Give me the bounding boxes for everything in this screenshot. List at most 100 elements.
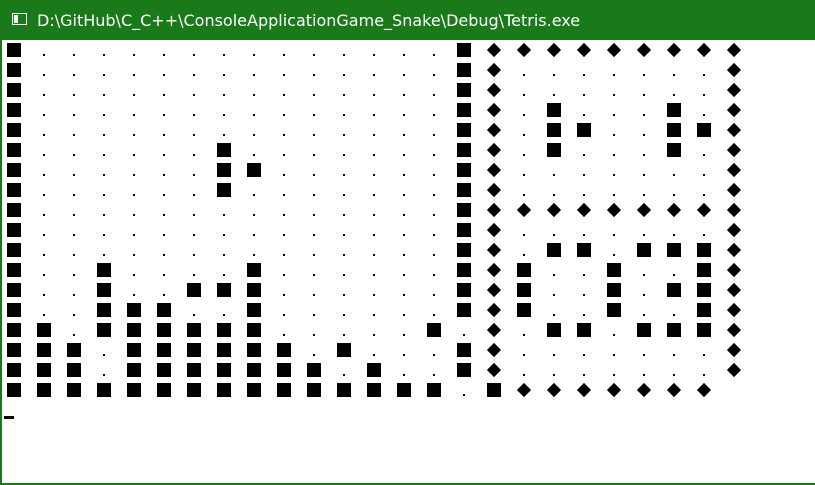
block-cell: [67, 383, 81, 397]
console-window-icon: [12, 13, 27, 25]
empty-cell: [673, 74, 675, 76]
empty-cell: [73, 54, 75, 56]
border-cell: [666, 202, 682, 218]
empty-cell: [163, 54, 165, 56]
empty-cell: [133, 154, 135, 156]
empty-cell: [643, 194, 645, 196]
block-cell: [187, 323, 201, 337]
border-cell: [636, 202, 652, 218]
empty-cell: [73, 74, 75, 76]
block-cell: [247, 263, 261, 277]
empty-cell: [283, 114, 285, 116]
border-cell: [486, 202, 502, 218]
empty-cell: [103, 54, 105, 56]
border-cell: [726, 182, 742, 198]
title-bar[interactable]: D:\GitHub\C_C++\ConsoleApplicationGame_S…: [2, 0, 815, 40]
empty-cell: [103, 234, 105, 236]
empty-cell: [463, 394, 465, 396]
console-area[interactable]: [4, 40, 815, 483]
empty-cell: [433, 194, 435, 196]
empty-cell: [163, 74, 165, 76]
block-cell: [247, 383, 261, 397]
empty-cell: [583, 154, 585, 156]
empty-cell: [253, 154, 255, 156]
empty-cell: [193, 134, 195, 136]
block-cell: [67, 363, 81, 377]
empty-cell: [433, 114, 435, 116]
empty-cell: [583, 374, 585, 376]
block-cell: [457, 203, 471, 217]
empty-cell: [43, 94, 45, 96]
block-cell: [457, 83, 471, 97]
empty-cell: [403, 294, 405, 296]
empty-cell: [283, 154, 285, 156]
empty-cell: [613, 234, 615, 236]
block-cell: [127, 383, 141, 397]
border-cell: [726, 82, 742, 98]
empty-cell: [163, 254, 165, 256]
empty-cell: [643, 354, 645, 356]
block-cell: [247, 163, 261, 177]
empty-cell: [313, 314, 315, 316]
empty-cell: [103, 174, 105, 176]
empty-cell: [283, 314, 285, 316]
block-cell: [697, 123, 711, 137]
empty-cell: [523, 154, 525, 156]
empty-cell: [673, 354, 675, 356]
empty-cell: [133, 294, 135, 296]
block-cell: [187, 383, 201, 397]
empty-cell: [673, 234, 675, 236]
border-cell: [606, 382, 622, 398]
empty-cell: [643, 114, 645, 116]
empty-cell: [103, 134, 105, 136]
border-cell: [486, 102, 502, 118]
empty-cell: [373, 254, 375, 256]
block-cell: [457, 43, 471, 57]
empty-cell: [133, 114, 135, 116]
block-cell: [697, 263, 711, 277]
empty-cell: [583, 74, 585, 76]
empty-cell: [283, 274, 285, 276]
block-cell: [157, 303, 171, 317]
block-cell: [247, 303, 261, 317]
empty-cell: [373, 74, 375, 76]
empty-cell: [163, 134, 165, 136]
empty-cell: [373, 274, 375, 276]
empty-cell: [343, 154, 345, 156]
empty-cell: [133, 194, 135, 196]
empty-cell: [103, 254, 105, 256]
empty-cell: [553, 374, 555, 376]
empty-cell: [133, 174, 135, 176]
empty-cell: [43, 214, 45, 216]
block-cell: [547, 103, 561, 117]
empty-cell: [433, 134, 435, 136]
empty-cell: [523, 174, 525, 176]
empty-cell: [223, 54, 225, 56]
empty-cell: [373, 94, 375, 96]
block-cell: [457, 223, 471, 237]
border-cell: [726, 362, 742, 378]
empty-cell: [373, 334, 375, 336]
empty-cell: [313, 294, 315, 296]
border-cell: [486, 302, 502, 318]
block-cell: [157, 323, 171, 337]
border-cell: [666, 42, 682, 58]
border-cell: [726, 42, 742, 58]
block-cell: [457, 103, 471, 117]
block-cell: [307, 363, 321, 377]
block-cell: [457, 243, 471, 257]
block-cell: [187, 283, 201, 297]
border-cell: [486, 322, 502, 338]
border-cell: [516, 42, 532, 58]
block-cell: [277, 363, 291, 377]
empty-cell: [523, 134, 525, 136]
empty-cell: [403, 74, 405, 76]
block-cell: [277, 343, 291, 357]
empty-cell: [523, 74, 525, 76]
border-cell: [696, 202, 712, 218]
block-cell: [577, 243, 591, 257]
border-cell: [636, 42, 652, 58]
empty-cell: [613, 114, 615, 116]
empty-cell: [523, 354, 525, 356]
empty-cell: [703, 234, 705, 236]
